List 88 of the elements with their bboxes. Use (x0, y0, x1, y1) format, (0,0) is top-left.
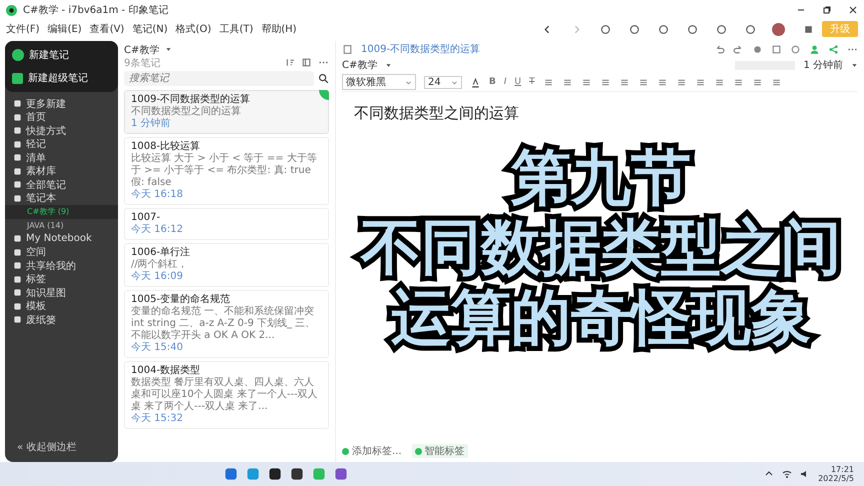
text-color-icon[interactable] (470, 76, 481, 88)
sidebar-item[interactable]: 更多新建 (5, 97, 118, 110)
clock-time: 17:21 (830, 465, 854, 474)
format-button[interactable]: B (489, 77, 496, 87)
chevron-down-icon (451, 78, 458, 86)
sidebar-item[interactable]: 标签 (5, 272, 118, 286)
format-button[interactable]: I (504, 77, 507, 87)
note-title: 1004-数据类型 (131, 365, 202, 376)
note-snippet: 不同数据类型之间的运算 (131, 106, 242, 118)
notebook-item[interactable]: JAVA (14) (5, 218, 118, 232)
person-icon[interactable] (809, 44, 820, 54)
smart-tag-button[interactable]: 智能标签 (412, 444, 468, 458)
size-select[interactable]: 24 (424, 76, 462, 88)
app-logo-icon (6, 4, 17, 16)
redo-icon[interactable] (733, 44, 744, 54)
window-title: C#教学 - i7bv6a1m - 印象笔记 (23, 4, 168, 17)
menu-item[interactable]: 工具(T) (219, 22, 254, 36)
share-icon[interactable] (828, 44, 839, 54)
sidebar-item[interactable]: 共享给我的 (5, 259, 118, 272)
note-time: 1 分钟前 (131, 118, 172, 130)
sidebar-item[interactable]: 轻记 (5, 138, 118, 151)
close-icon[interactable] (848, 5, 858, 15)
clock-date: 2022/5/5 (818, 474, 854, 483)
add-tag-button[interactable]: 添加标签... (342, 444, 402, 458)
note-snippet: 比较运算 大于 > 小于 < 等于 == 大于等于 >= 小于等于 <= 布尔类型: 真: true 假: false (131, 153, 318, 189)
note-title: 1009-不同数据类型的运算 (131, 94, 252, 106)
avatar[interactable] (772, 22, 785, 36)
clock[interactable]: 17:21 2022/5/5 (818, 465, 854, 483)
menu-item[interactable]: 查看(V) (90, 22, 124, 36)
note-count: 9条笔记 (124, 56, 160, 70)
note-card[interactable]: 1007- 今天 16:12 (124, 208, 329, 240)
sidebar-item[interactable]: 素材库 (5, 164, 118, 178)
updated-dropdown[interactable]: 1 分钟前 (803, 58, 843, 72)
menu-item[interactable]: 格式(O) (176, 22, 212, 36)
search-icon (318, 73, 329, 84)
sidebar-item[interactable]: 清单 (5, 151, 118, 164)
note-snippet: //两个斜杠， (131, 259, 189, 271)
collapse-sidebar-button[interactable]: « 收起侧边栏 (5, 440, 118, 454)
note-card[interactable]: 1005-变量的命名规范 变量的命名规范 一、不能和系统保留冲突 int string 二、a-z A-Z 0-9 下划线_ 三、不能以数字开头 a OK A OK 2... 今天 15:40 (124, 290, 329, 358)
sidebar-item[interactable]: 空间 (5, 246, 118, 259)
note-snippet: 数据类型 餐厅里有双人桌、四人桌、六人桌和可以座10个人圆桌 来了一个人---双人桌 来了两个人---双人桌 来了... (131, 377, 319, 413)
caret-icon (165, 46, 172, 53)
note-time: 今天 16:09 (131, 271, 184, 283)
sort-icon[interactable] (284, 57, 295, 68)
new-super-note-button[interactable]: 新建超级笔记 (10, 68, 113, 88)
chevron-down-icon (405, 78, 412, 86)
new-badge-icon (319, 90, 329, 100)
sidebar-item[interactable]: 笔记本 (5, 192, 118, 205)
notebook-item[interactable]: C#教学 (9) (5, 205, 118, 218)
menu-item[interactable]: 编辑(E) (48, 22, 82, 36)
note-title-link[interactable]: 1009-不同数据类型的运算 (361, 42, 480, 56)
note-title: 1007- (131, 212, 162, 224)
menu-item[interactable]: 文件(F) (6, 22, 40, 36)
format-button[interactable]: U (514, 77, 522, 87)
search-field[interactable]: 搜索笔记 (124, 71, 314, 86)
new-note-button[interactable]: 新建笔记 (10, 45, 113, 65)
note-time: 今天 16:18 (131, 189, 184, 201)
caret-icon (851, 62, 858, 68)
notebook-dropdown[interactable]: C#教学 (124, 42, 160, 56)
note-title: 1008-比较运算 (131, 141, 202, 152)
note-title: 1005-变量的命名规范 (131, 294, 232, 306)
sidebar-item[interactable]: 首页 (5, 110, 118, 124)
note-card[interactable]: 1008-比较运算 比较运算 大于 > 小于 < 等于 == 大于等于 >= 小于等于 <= 布尔类型: 真: true 假: false 今天 16:18 (124, 137, 329, 205)
caret-icon (385, 62, 392, 68)
note-title: 1006-单行注 (131, 247, 192, 258)
sidebar-item[interactable]: 全部笔记 (5, 178, 118, 192)
note-snippet: 变量的命名规范 一、不能和系统保留冲突 int string 二、a-z A-Z 0-9 下划线_ 三、不能以数字开头 a OK A OK 2... (131, 306, 316, 342)
format-button[interactable]: T (529, 77, 535, 87)
menu-item[interactable]: 笔记(N) (132, 22, 168, 36)
note-card[interactable]: 1006-单行注 //两个斜杠， 今天 16:09 (124, 243, 329, 287)
notebook-selector[interactable]: C#教学 (342, 58, 378, 72)
view-icon[interactable] (301, 57, 312, 68)
sidebar-item[interactable]: 知识星图 (5, 286, 118, 300)
note-card[interactable]: 1004-数据类型 数据类型 餐厅里有双人桌、四人桌、六人桌和可以座10个人圆桌 来了一个人---双人桌 来了两个人---双人桌 来了... 今天 15:32 (124, 361, 329, 429)
note-time: 今天 16:12 (131, 224, 184, 236)
note-time: 今天 15:40 (131, 342, 184, 354)
wifi-icon[interactable] (782, 469, 792, 479)
note-card[interactable]: 1009-不同数据类型的运算 不同数据类型之间的运算 1 分钟前 (124, 90, 329, 134)
font-select[interactable]: 微软雅黑 (342, 74, 416, 90)
sidebar-item[interactable]: 快捷方式 (5, 124, 118, 138)
restore-icon[interactable] (822, 5, 832, 15)
sidebar-item[interactable]: My Notebook (5, 232, 118, 246)
sidebar-item[interactable]: 废纸篓 (5, 313, 118, 326)
note-time: 今天 15:32 (131, 413, 184, 425)
menu-item[interactable]: 帮助(H) (261, 22, 297, 36)
note-heading: 不同数据类型之间的运算 (354, 104, 520, 123)
sidebar-item[interactable]: 模板 (5, 300, 118, 313)
undo-icon[interactable] (714, 44, 725, 54)
